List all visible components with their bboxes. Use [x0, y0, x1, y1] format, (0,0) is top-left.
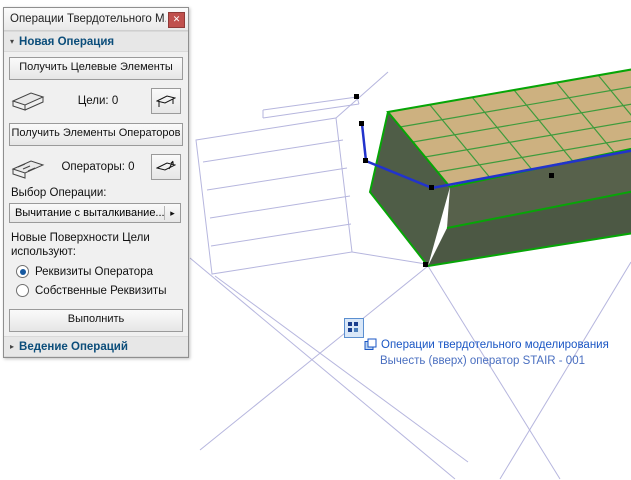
section-new-operation-label: Новая Операция — [19, 35, 115, 48]
section-operation-log-label: Ведение Операций — [19, 340, 128, 353]
close-button[interactable]: ✕ — [168, 12, 185, 28]
operator-slab-icon — [11, 160, 45, 179]
operators-row: Операторы: 0 — [4, 150, 188, 184]
chevron-right-icon: ▸ — [10, 342, 15, 351]
get-targets-button[interactable]: Получить Целевые Элементы — [9, 57, 183, 80]
info-tag-line1: Операции твердотельного моделирования — [364, 338, 609, 351]
operators-value: 0 — [128, 161, 135, 173]
info-tag-line2: Вычесть (вверх) оператор STAIR - 001 — [380, 355, 585, 367]
targets-label: Цели: — [77, 95, 109, 107]
panel-titlebar[interactable]: Операции Твердотельного М... ✕ — [4, 8, 188, 31]
chevron-down-icon: ▾ — [10, 37, 15, 46]
cursor-info-icon — [344, 318, 364, 338]
operation-icon — [364, 338, 377, 350]
choose-operation-label: Выбор Операции: — [11, 187, 107, 199]
solid-operations-panel: Операции Твердотельного М... ✕ ▾ Новая О… — [3, 7, 189, 358]
radio-unselected-icon[interactable] — [16, 284, 29, 297]
dropdown-arrow-icon: ▸ — [170, 207, 175, 218]
panel-title: Операции Твердотельного М... — [10, 13, 166, 25]
targets-row: Цели: 0 — [4, 84, 188, 118]
radio-own-attributes[interactable]: Собственные Реквизиты — [4, 281, 188, 300]
targets-value: 0 — [111, 95, 119, 107]
info-tag-title: Операции твердотельного моделирования — [381, 338, 609, 351]
pick-target-icon — [156, 95, 176, 107]
radio-operator-attributes[interactable]: Реквизиты Оператора — [4, 262, 188, 281]
pick-operator-icon — [155, 160, 176, 171]
operators-counter: Операторы: 0 — [61, 161, 134, 173]
pick-operator-button[interactable] — [150, 154, 181, 180]
new-surfaces-label: Новые Поверхности Цели используют: — [11, 232, 150, 258]
radio-own-label: Собственные Реквизиты — [35, 284, 167, 297]
operation-dropdown-value: Вычитание с выталкивание... — [15, 207, 164, 219]
operators-label: Операторы: — [61, 161, 125, 173]
section-operation-log[interactable]: ▸ Ведение Операций — [4, 336, 188, 357]
radio-selected-icon[interactable] — [16, 265, 29, 278]
application-window: Операции твердотельного моделирования Вы… — [0, 0, 631, 480]
execute-button[interactable]: Выполнить — [9, 309, 183, 332]
pick-target-button[interactable] — [151, 88, 181, 114]
get-operators-button[interactable]: Получить Элементы Операторов — [9, 123, 183, 146]
section-new-operation[interactable]: ▾ Новая Операция — [4, 31, 188, 52]
radio-operator-label: Реквизиты Оператора — [35, 265, 153, 278]
target-slab-icon — [11, 92, 45, 111]
targets-counter: Цели: 0 — [78, 95, 118, 107]
operation-dropdown[interactable]: Вычитание с выталкивание... ▸ — [9, 203, 181, 223]
